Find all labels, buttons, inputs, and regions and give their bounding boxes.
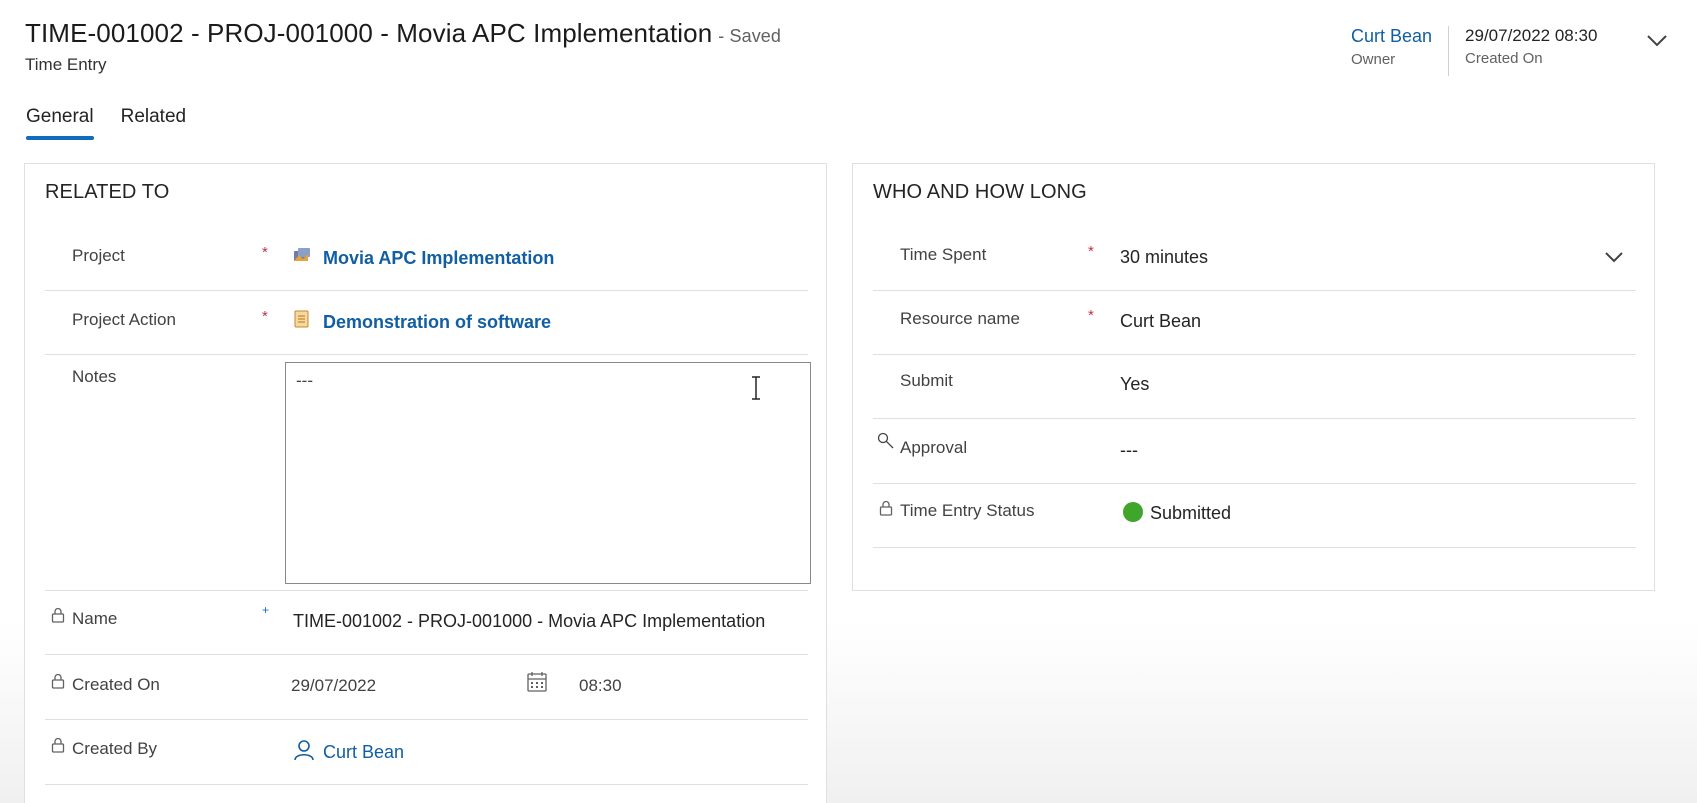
time-entry-status-row: Time Entry Status Submitted	[873, 484, 1636, 548]
created-on-time: 08:30	[579, 676, 622, 695]
owner-link[interactable]: Curt Bean	[1351, 26, 1432, 47]
who-and-how-long-section: WHO AND HOW LONG Time Spent * 30 minutes…	[852, 163, 1655, 591]
text-cursor-icon	[752, 376, 760, 400]
project-action-row: Project Action * Demonstration of softwa…	[45, 291, 808, 355]
submit-value[interactable]: Yes	[1120, 374, 1149, 395]
search-key-icon	[877, 432, 894, 449]
tab-related[interactable]: Related	[121, 106, 187, 137]
required-indicator: *	[1088, 243, 1094, 260]
created-by-row: Created By Curt Bean	[45, 720, 808, 785]
lock-icon	[51, 737, 65, 753]
record-title: TIME-001002 - PROJ-001000 - Movia APC Im…	[25, 18, 713, 48]
time-spent-row[interactable]: Time Spent * 30 minutes	[873, 226, 1636, 291]
resource-name-label: Resource name	[900, 309, 1021, 328]
time-spent-select[interactable]: 30 minutes	[1120, 247, 1208, 268]
project-action-icon	[294, 310, 309, 328]
created-on-row: Created On 29/07/2022 08:30	[45, 655, 808, 720]
created-by-link[interactable]: Curt Bean	[323, 742, 404, 763]
created-on-date: 29/07/2022	[291, 676, 377, 695]
owner-label: Owner	[1351, 51, 1396, 68]
created-by-label: Created By	[72, 739, 158, 758]
resource-name-row: Resource name * Curt Bean	[873, 291, 1636, 355]
submit-label: Submit	[900, 371, 953, 390]
project-action-label: Project Action	[72, 310, 176, 329]
recommended-indicator: +	[262, 603, 270, 617]
project-icon	[294, 248, 310, 261]
approval-row: Approval ---	[873, 419, 1636, 484]
entity-name: Time Entry	[25, 55, 107, 74]
name-row: Name + TIME-001002 - PROJ-001000 - Movia…	[45, 591, 808, 655]
lock-icon	[51, 607, 65, 623]
person-icon	[294, 740, 314, 761]
project-action-link[interactable]: Demonstration of software	[323, 312, 551, 333]
required-indicator: *	[262, 244, 268, 261]
approval-value: ---	[1120, 440, 1138, 460]
header-separator	[1448, 26, 1450, 76]
save-status: - Saved	[718, 26, 782, 46]
name-value: TIME-001002 - PROJ-001000 - Movia APC Im…	[293, 611, 766, 631]
form-tabs: General Related	[26, 106, 187, 140]
calendar-icon[interactable]	[526, 671, 548, 693]
created-on-label: Created On	[72, 675, 160, 694]
tab-general[interactable]: General	[26, 106, 94, 140]
project-row: Project * Movia APC Implementation	[45, 226, 808, 291]
submit-row: Submit Yes	[873, 355, 1636, 419]
status-indicator-dot	[1123, 502, 1143, 522]
header-owner-field: Curt Bean Owner	[1351, 26, 1432, 68]
lock-icon	[879, 500, 893, 516]
required-indicator: *	[262, 308, 268, 325]
required-indicator: *	[1088, 307, 1094, 324]
project-link[interactable]: Movia APC Implementation	[323, 248, 554, 269]
name-label: Name	[72, 609, 118, 628]
time-entry-status-label: Time Entry Status	[900, 501, 1035, 520]
header-created-on-label: Created On	[1465, 50, 1543, 67]
chevron-down-icon[interactable]	[1603, 248, 1625, 266]
related-to-section: RELATED TO Project * Movia APC Implement…	[24, 163, 827, 803]
header-fields: Curt Bean Owner 29/07/2022 08:30 Created…	[1351, 26, 1597, 76]
approval-label: Approval	[900, 438, 968, 457]
chevron-down-icon[interactable]	[1645, 30, 1669, 50]
section-title: RELATED TO	[45, 181, 170, 203]
project-label: Project	[72, 246, 125, 265]
resource-name-value[interactable]: Curt Bean	[1120, 311, 1201, 332]
header-created-on-field: 29/07/2022 08:30 Created On	[1465, 26, 1597, 67]
notes-row: Notes ---	[45, 355, 811, 591]
section-title: WHO AND HOW LONG	[873, 181, 1087, 203]
record-header: TIME-001002 - PROJ-001000 - Movia APC Im…	[25, 18, 781, 75]
notes-textarea[interactable]: ---	[285, 362, 811, 584]
time-entry-status-value: Submitted	[1150, 503, 1232, 523]
notes-label: Notes	[72, 367, 117, 386]
header-created-on-value: 29/07/2022 08:30	[1465, 26, 1598, 45]
time-spent-label: Time Spent	[900, 245, 987, 264]
record-title-line: TIME-001002 - PROJ-001000 - Movia APC Im…	[25, 18, 781, 49]
lock-icon	[51, 673, 65, 689]
